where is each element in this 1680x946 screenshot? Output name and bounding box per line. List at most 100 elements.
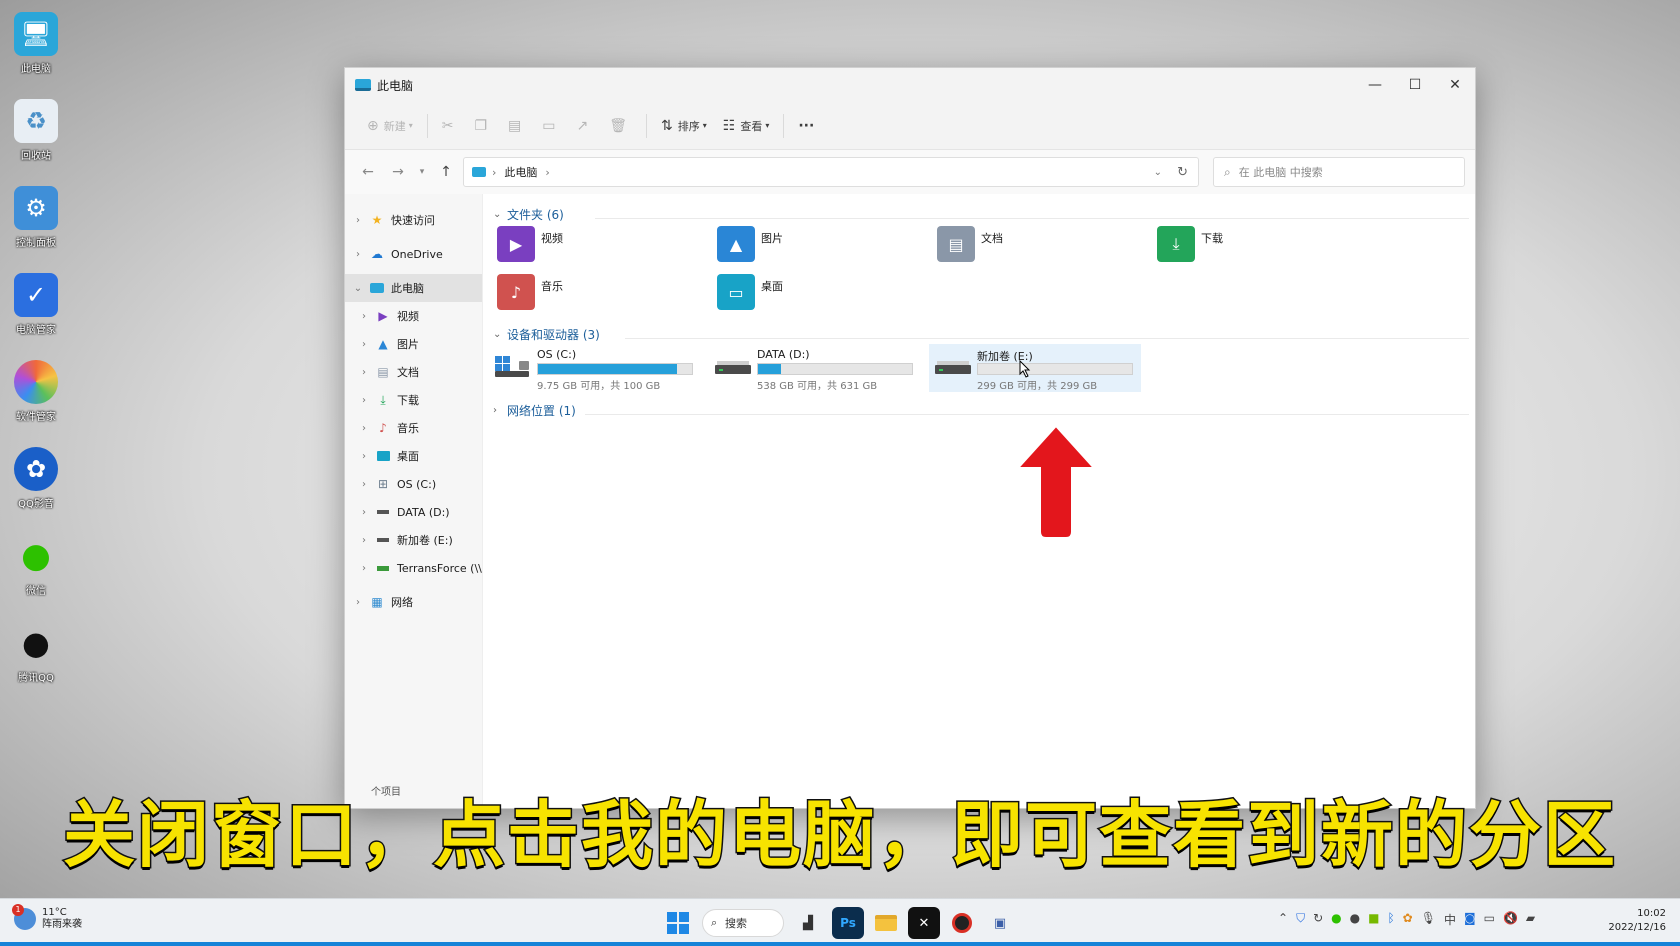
sidebar-item-desktop[interactable]: › 桌面: [345, 442, 482, 470]
address-dropdown-icon[interactable]: ⌄: [1154, 167, 1162, 178]
security-shield-icon[interactable]: ⛉: [1296, 911, 1305, 928]
sidebar-item-downloads[interactable]: › ⤓ 下载: [345, 386, 482, 414]
sidebar-item-pictures[interactable]: › ▲ 图片: [345, 330, 482, 358]
taskbar-search[interactable]: ⌕ 搜索: [702, 909, 784, 937]
taskbar-app-file-explorer[interactable]: [870, 907, 902, 939]
folder-pictures[interactable]: ▲ 图片: [705, 226, 905, 270]
tray-app-icon[interactable]: ◙: [1464, 911, 1476, 928]
address-bar[interactable]: › 此电脑 › ⌄ ↻: [463, 157, 1199, 187]
drive-new-volume-e[interactable]: 新加卷 (E:) 299 GB 可用，共 299 GB: [929, 344, 1141, 392]
chevron-right-icon[interactable]: ›: [351, 249, 365, 260]
battery-icon[interactable]: ▰: [1526, 911, 1535, 928]
chevron-right-icon[interactable]: ›: [357, 535, 371, 546]
folder-downloads[interactable]: ⤓ 下载: [1145, 226, 1345, 270]
computer-icon: [355, 79, 371, 91]
folder-documents[interactable]: ▤ 文档: [925, 226, 1125, 270]
desktop-icon-qq[interactable]: ● 腾讯QQ: [6, 617, 66, 704]
delete-button[interactable]: 🗑: [601, 111, 640, 141]
colorful-app-icon[interactable]: ✿: [1403, 911, 1413, 928]
chevron-right-icon[interactable]: ›: [357, 311, 371, 322]
chevron-right-icon[interactable]: ›: [357, 507, 371, 518]
drive-usage-fill: [538, 364, 677, 374]
folders-section-header[interactable]: ⌄ 文件夹 (6): [493, 206, 564, 223]
chevron-right-icon[interactable]: ›: [357, 451, 371, 462]
chevron-right-icon[interactable]: ›: [351, 215, 365, 226]
sidebar-item-os-c[interactable]: › ⊞ OS (C:): [345, 470, 482, 498]
rename-button[interactable]: ▭: [534, 111, 568, 141]
sidebar-item-documents[interactable]: › ▤ 文档: [345, 358, 482, 386]
bluetooth-icon[interactable]: ᛒ: [1387, 911, 1394, 928]
sidebar-item-terransforce[interactable]: › TerransForce (\\: [345, 554, 482, 582]
chevron-right-icon[interactable]: ›: [351, 597, 365, 608]
qq-tray-icon[interactable]: ●: [1350, 911, 1360, 928]
up-arrow-icon[interactable]: ↑: [431, 164, 461, 180]
cut-button[interactable]: ✂: [434, 111, 467, 141]
more-options-button[interactable]: ···: [790, 111, 822, 141]
chevron-up-icon[interactable]: ⌃: [1278, 911, 1288, 928]
task-view-button[interactable]: ▟: [792, 907, 824, 939]
desktop-icon-pc-manager[interactable]: ✓ 电脑管家: [6, 269, 66, 356]
chevron-right-icon[interactable]: ›: [357, 367, 371, 378]
sidebar-item-this-pc[interactable]: ⌄ 此电脑: [345, 274, 482, 302]
minimize-button[interactable]: —: [1355, 68, 1395, 102]
refresh-icon[interactable]: ↻: [1177, 165, 1188, 180]
folder-music[interactable]: ♪ 音乐: [485, 274, 685, 318]
chevron-down-icon[interactable]: ⌄: [351, 283, 365, 294]
close-button[interactable]: ✕: [1435, 68, 1475, 102]
chevron-right-icon[interactable]: ›: [357, 423, 371, 434]
paste-button[interactable]: ▤: [500, 111, 534, 141]
sidebar-item-quick-access[interactable]: › ★ 快速访问: [345, 206, 482, 234]
maximize-button[interactable]: ☐: [1395, 68, 1435, 102]
sidebar-item-videos[interactable]: › ▶ 视频: [345, 302, 482, 330]
sync-icon[interactable]: ↻: [1313, 911, 1323, 928]
microphone-icon[interactable]: 🎙: [1421, 911, 1436, 928]
search-box[interactable]: ⌕ 在 此电脑 中搜索: [1213, 157, 1465, 187]
clock[interactable]: 10:02 2022/12/16: [1608, 907, 1666, 935]
drives-section-header[interactable]: ⌄ 设备和驱动器 (3): [493, 326, 600, 343]
weather-widget[interactable]: 1 11°C 阵雨来袭: [12, 904, 82, 931]
sidebar-item-music[interactable]: › ♪ 音乐: [345, 414, 482, 442]
taskbar-app-capcut[interactable]: ✕: [908, 907, 940, 939]
sidebar-item-label: 快速访问: [391, 214, 435, 227]
chevron-right-icon[interactable]: ›: [357, 339, 371, 350]
volume-muted-icon[interactable]: 🔇: [1503, 911, 1518, 928]
green-app-icon[interactable]: ●: [1331, 911, 1341, 928]
drive-data-d[interactable]: DATA (D:) 538 GB 可用，共 631 GB: [709, 344, 921, 392]
input-method-icon[interactable]: 中: [1444, 911, 1456, 928]
view-button[interactable]: ☷ 查看 ▾: [715, 111, 778, 141]
chevron-right-icon[interactable]: ›: [357, 479, 371, 490]
title-bar[interactable]: 此电脑 — ☐ ✕: [345, 68, 1475, 102]
copy-button[interactable]: ❐: [466, 111, 500, 141]
taskbar-app-recorder[interactable]: [946, 907, 978, 939]
desktop-icon-software-manager[interactable]: 软件管家: [6, 356, 66, 443]
nvidia-icon[interactable]: ■: [1368, 911, 1379, 928]
desktop-icon-computer[interactable]: 🖥 此电脑: [6, 8, 66, 95]
separator: [426, 113, 428, 138]
recent-chevron-icon[interactable]: ▾: [413, 167, 431, 177]
sort-button[interactable]: ⇅ 排序 ▾: [653, 111, 715, 141]
desktop-icon-control-panel[interactable]: ⚙ 控制面板: [6, 182, 66, 269]
sidebar-item-new-volume-e[interactable]: › 新加卷 (E:): [345, 526, 482, 554]
chevron-right-icon[interactable]: ›: [357, 563, 371, 574]
network-section-header[interactable]: › 网络位置 (1): [493, 402, 576, 419]
folder-videos[interactable]: ▶ 视频: [485, 226, 685, 270]
sidebar-item-onedrive[interactable]: › ☁ OneDrive: [345, 240, 482, 268]
taskbar-app-network-tool[interactable]: ▣: [984, 907, 1016, 939]
drive-os-c[interactable]: OS (C:) 9.75 GB 可用，共 100 GB: [489, 344, 701, 392]
display-icon[interactable]: ▭: [1484, 911, 1495, 928]
chevron-right-icon[interactable]: ›: [357, 395, 371, 406]
share-button[interactable]: ↗: [569, 111, 602, 141]
taskbar-app-photoshop[interactable]: Ps: [832, 907, 864, 939]
sidebar-item-data-d[interactable]: › DATA (D:): [345, 498, 482, 526]
folder-desktop[interactable]: ▭ 桌面: [705, 274, 905, 318]
new-button[interactable]: ⊕ 新建 ▾: [359, 111, 421, 141]
desktop-icon-recycle-bin[interactable]: ♻ 回收站: [6, 95, 66, 182]
desktop-icon-qq-player[interactable]: ✿ QQ影音: [6, 443, 66, 530]
start-button[interactable]: [662, 907, 694, 939]
desktop-icon-wechat[interactable]: ● 微信: [6, 530, 66, 617]
sidebar-item-network[interactable]: › ▦ 网络: [345, 588, 482, 616]
breadcrumb-this-pc[interactable]: 此电脑: [504, 164, 537, 180]
back-arrow-icon[interactable]: ←: [353, 164, 383, 180]
forward-arrow-icon[interactable]: →: [383, 164, 413, 180]
music-folder-icon: ♪: [497, 274, 535, 310]
